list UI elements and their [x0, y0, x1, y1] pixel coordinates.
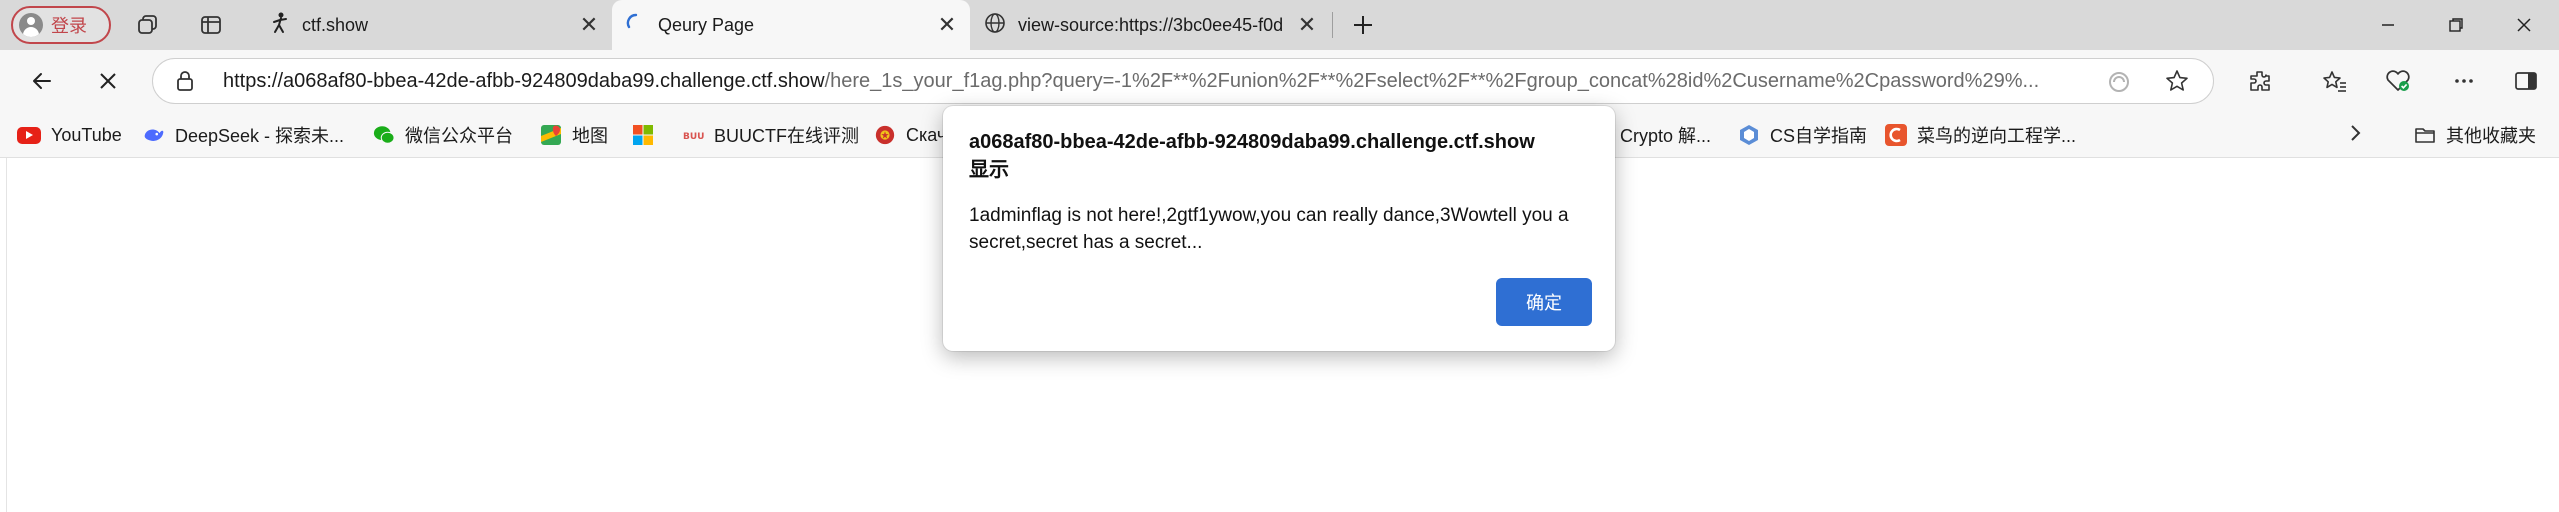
stick-figure-icon: [270, 12, 290, 39]
favorite-star-icon[interactable]: [2165, 69, 2189, 98]
youtube-icon: [17, 126, 41, 144]
cs-guide-icon: [1738, 124, 1760, 146]
window-close-icon[interactable]: [2492, 0, 2556, 50]
tab-title: ctf.show: [302, 14, 369, 35]
stop-loading-icon[interactable]: [88, 61, 128, 101]
refresh-page-icon[interactable]: [2107, 70, 2131, 99]
bookmark-microsoft[interactable]: [632, 120, 664, 150]
bookmark-wechat[interactable]: 微信公众平台: [373, 120, 513, 150]
tab-strip: 登录 ctf.show ✕ Qeury Page ✕ view-source:h…: [0, 0, 2559, 50]
bookmark-label: 地图: [572, 126, 608, 146]
url-text[interactable]: https://a068af80-bbea-42de-afbb-924809da…: [223, 70, 2128, 93]
bookmark-crypto[interactable]: Crypto 解...: [1620, 120, 1711, 150]
sidebar-toggle-icon[interactable]: [2506, 61, 2546, 101]
microsoft-icon: [632, 124, 654, 146]
bookmark-maps[interactable]: 地图: [540, 120, 608, 150]
wechat-icon: [373, 124, 395, 146]
person-icon: [19, 13, 43, 37]
url-path: /here_1s_your_f1ag.php?query=-1%2F**%2Fu…: [824, 70, 2040, 92]
close-icon[interactable]: ✕: [574, 10, 604, 40]
bookmark-label: 微信公众平台: [405, 126, 513, 146]
bookmark-label: 菜鸟的逆向工程学...: [1917, 126, 2077, 146]
restore-icon[interactable]: [2424, 0, 2488, 50]
alert-dialog: a068af80-bbea-42de-afbb-924809daba99.cha…: [943, 106, 1615, 351]
csdn-icon: [1885, 124, 1907, 146]
extensions-icon[interactable]: [2240, 61, 2280, 101]
tab-separator: [1332, 12, 1333, 38]
close-icon[interactable]: ✕: [932, 10, 962, 40]
bookmark-label: 其他收藏夹: [2446, 126, 2536, 146]
emblem-icon: [874, 124, 896, 146]
bookmark-label: YouTube: [51, 124, 122, 145]
ok-button[interactable]: 确定: [1496, 278, 1592, 326]
lock-icon[interactable]: [175, 70, 195, 97]
bookmark-youtube[interactable]: YouTube: [17, 120, 122, 150]
other-bookmarks[interactable]: 其他收藏夹: [2414, 120, 2536, 150]
profile-button[interactable]: 登录: [11, 6, 111, 44]
tab-ctfshow[interactable]: ctf.show ✕: [256, 0, 612, 50]
bookmark-label: CS自学指南: [1770, 126, 1868, 146]
bookmark-label: DeepSeek - 探索未...: [175, 126, 345, 146]
bookmark-reverse-engineering[interactable]: 菜鸟的逆向工程学...: [1885, 120, 2076, 150]
minimize-icon[interactable]: [2356, 0, 2420, 50]
bookmark-cs-guide[interactable]: CS自学指南: [1738, 120, 1867, 150]
content-border: [6, 158, 7, 512]
bookmark-skach[interactable]: Скач: [874, 120, 946, 150]
bookmark-deepseek[interactable]: DeepSeek - 探索未...: [143, 120, 344, 150]
bookmark-label: Скач: [906, 124, 947, 145]
bookmarks-overflow-chevron[interactable]: [2348, 120, 2362, 150]
globe-icon: [984, 12, 1006, 39]
favorites-icon[interactable]: [2315, 61, 2355, 101]
workspaces-icon[interactable]: [133, 10, 163, 40]
tab-title: view-source:https://3bc0ee45-f0d: [1018, 14, 1284, 35]
tab-title: Qeury Page: [658, 14, 755, 35]
bookmark-label: Crypto 解...: [1620, 126, 1712, 146]
maps-icon: [540, 124, 562, 146]
dialog-title-host: a068af80-bbea-42de-afbb-924809daba99.cha…: [969, 131, 1535, 153]
vertical-tabs-icon[interactable]: [196, 10, 226, 40]
profile-label: 登录: [51, 16, 87, 36]
deepseek-icon: [143, 124, 165, 146]
tab-view-source[interactable]: view-source:https://3bc0ee45-f0d ✕: [970, 0, 1330, 50]
close-icon[interactable]: ✕: [1292, 10, 1322, 40]
buuctf-icon: BUU: [682, 124, 704, 146]
back-icon[interactable]: [22, 61, 62, 101]
tab-query-page[interactable]: Qeury Page ✕: [612, 0, 970, 50]
address-bar[interactable]: https://a068af80-bbea-42de-afbb-924809da…: [152, 58, 2214, 104]
folder-icon: [2414, 124, 2436, 146]
dialog-title-suffix: 显示: [969, 159, 1009, 181]
new-tab-icon[interactable]: [1348, 10, 1378, 40]
dialog-message: 1adminflag is not here!,2gtf1ywow,you ca…: [969, 205, 1569, 253]
toolbar: https://a068af80-bbea-42de-afbb-924809da…: [0, 50, 2559, 112]
browser-essentials-icon[interactable]: [2378, 61, 2418, 101]
bookmark-buuctf[interactable]: BUU BUUCTF在线评测: [682, 120, 859, 150]
dialog-title: a068af80-bbea-42de-afbb-924809daba99.cha…: [969, 128, 1599, 184]
url-host: https://a068af80-bbea-42de-afbb-924809da…: [223, 70, 825, 92]
loading-spinner-icon: [626, 13, 646, 38]
more-options-icon[interactable]: [2444, 61, 2484, 101]
bookmark-label: BUUCTF在线评测: [714, 126, 859, 146]
chevron-right-icon: [2348, 123, 2362, 148]
svg-text:BUU: BUU: [683, 132, 704, 142]
